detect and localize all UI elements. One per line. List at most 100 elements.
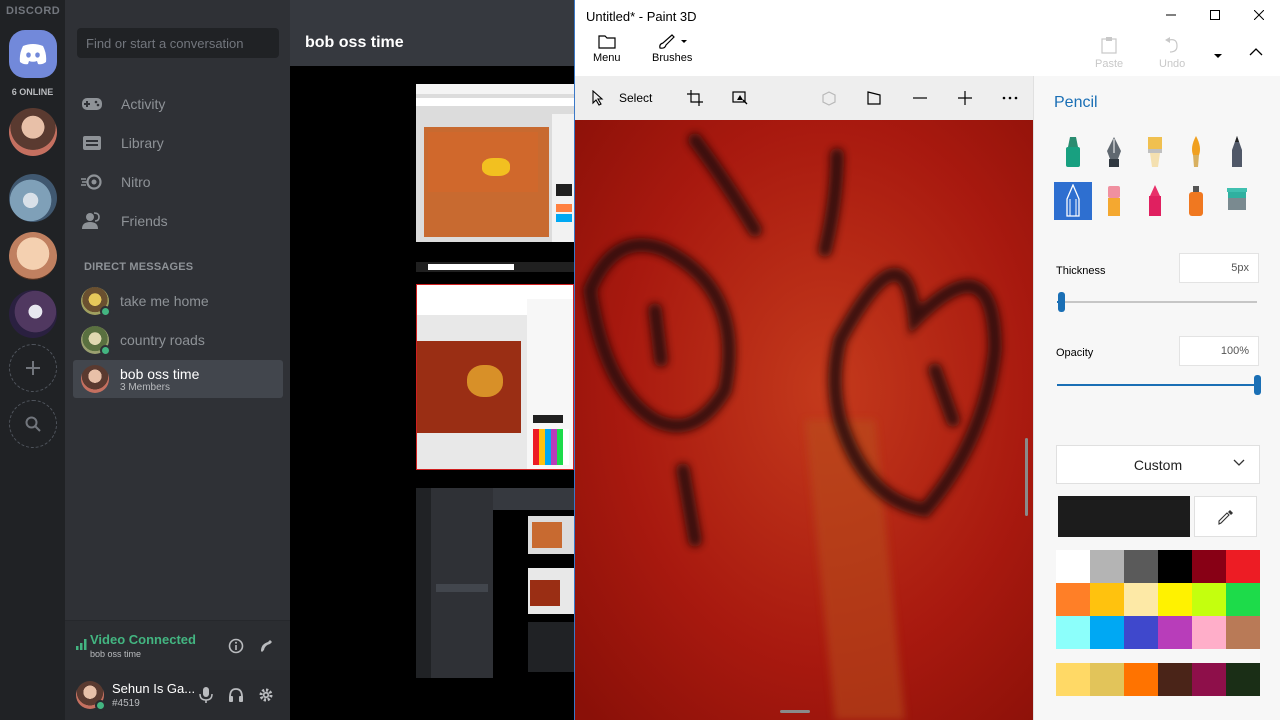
online-status-icon (100, 306, 111, 317)
color-swatch[interactable] (1192, 616, 1226, 649)
calligraphy-pen-brush[interactable] (1095, 133, 1133, 171)
dm-item[interactable]: take me home (73, 282, 283, 320)
nav-nitro[interactable]: Nitro (73, 163, 283, 201)
color-swatch[interactable] (1192, 583, 1226, 616)
undo-button[interactable]: Undo (1159, 36, 1185, 70)
thickness-slider-thumb[interactable] (1058, 292, 1065, 312)
watercolor-brush[interactable] (1177, 133, 1215, 171)
color-swatch[interactable] (1158, 550, 1192, 583)
close-button[interactable] (1237, 0, 1280, 30)
eyedropper-button[interactable] (1194, 496, 1257, 537)
nav-activity[interactable]: Activity (73, 85, 283, 123)
zoom-in-button[interactable] (957, 88, 973, 108)
opacity-slider-thumb[interactable] (1254, 375, 1261, 395)
opacity-slider[interactable] (1057, 375, 1261, 395)
drawing-canvas[interactable] (575, 120, 1033, 720)
zoom-out-button[interactable] (912, 88, 928, 108)
recent-color-swatch[interactable] (1090, 663, 1124, 696)
dm-sidebar: Find or start a conversation Activity Li… (65, 0, 290, 720)
nav-label: Library (121, 135, 164, 151)
eraser-brush[interactable] (1095, 182, 1133, 220)
3d-view-button[interactable] (821, 88, 837, 108)
mixed-reality-button[interactable] (866, 88, 882, 108)
video-stream-thumbnail[interactable] (416, 84, 574, 242)
color-swatch[interactable] (1056, 550, 1090, 583)
pencil-brush-selected[interactable] (1054, 182, 1092, 220)
server-icon-3[interactable] (9, 232, 57, 280)
thickness-input[interactable]: 5px (1179, 253, 1259, 283)
maximize-button[interactable] (1193, 0, 1237, 30)
color-swatch[interactable] (1226, 583, 1260, 616)
horizontal-scrollbar[interactable] (780, 710, 810, 713)
dm-item[interactable]: country roads (73, 321, 283, 359)
current-color-swatch[interactable] (1058, 496, 1190, 537)
fill-bucket-brush[interactable] (1218, 182, 1256, 220)
select-tool-button[interactable]: Select (591, 88, 652, 108)
color-mode-dropdown[interactable]: Custom (1056, 445, 1260, 484)
vertical-scrollbar[interactable] (1025, 438, 1028, 516)
more-dropdown-button[interactable] (1213, 46, 1223, 64)
server-icon-2[interactable] (9, 174, 57, 222)
crayon-brush[interactable] (1136, 182, 1174, 220)
color-swatch[interactable] (1124, 550, 1158, 583)
collapse-ribbon-button[interactable] (1249, 44, 1263, 62)
nav-friends[interactable]: Friends (73, 202, 283, 240)
thickness-slider[interactable] (1057, 292, 1257, 312)
nav-label: Activity (121, 96, 166, 112)
mute-button[interactable] (197, 686, 215, 704)
opacity-input[interactable]: 100% (1179, 336, 1259, 366)
video-stream-thumbnail[interactable] (416, 284, 574, 470)
user-settings-button[interactable] (257, 686, 275, 704)
server-icon-4[interactable] (9, 290, 57, 338)
color-swatch[interactable] (1158, 583, 1192, 616)
oil-brush[interactable] (1136, 133, 1174, 171)
connection-info-button[interactable] (227, 637, 245, 655)
add-server-button[interactable] (9, 344, 57, 392)
recent-colors (1056, 663, 1260, 697)
more-options-button[interactable] (1002, 88, 1018, 108)
color-swatch[interactable] (1226, 550, 1260, 583)
ellipsis-icon (1002, 96, 1018, 100)
color-swatch[interactable] (1124, 616, 1158, 649)
brushes-button[interactable]: Brushes (652, 34, 692, 64)
paint3d-window: Untitled* - Paint 3D Menu Brushes Paste … (574, 0, 1280, 720)
deafen-button[interactable] (227, 686, 245, 704)
paste-icon (1101, 37, 1117, 54)
color-swatch[interactable] (1090, 550, 1124, 583)
color-swatch[interactable] (1056, 616, 1090, 649)
recent-color-swatch[interactable] (1226, 663, 1260, 696)
recent-color-swatch[interactable] (1124, 663, 1158, 696)
server-icon-1[interactable] (9, 108, 57, 156)
color-swatch[interactable] (1124, 583, 1158, 616)
video-stream-thumbnail[interactable] (416, 488, 574, 678)
recent-color-swatch[interactable] (1056, 663, 1090, 696)
minimize-button[interactable] (1149, 0, 1193, 30)
folder-icon (598, 35, 616, 49)
spray-can-brush[interactable] (1177, 182, 1215, 220)
magic-select-button[interactable] (732, 88, 748, 108)
marker-brush[interactable] (1054, 133, 1092, 171)
color-swatch[interactable] (1090, 616, 1124, 649)
home-button[interactable] (9, 30, 57, 78)
recent-color-swatch[interactable] (1192, 663, 1226, 696)
undo-icon (1165, 37, 1178, 53)
pixel-pen-brush[interactable] (1218, 133, 1256, 171)
color-swatch[interactable] (1192, 550, 1226, 583)
color-swatch[interactable] (1090, 583, 1124, 616)
dm-item-active[interactable]: bob oss time 3 Members (73, 360, 283, 398)
color-swatch[interactable] (1226, 616, 1260, 649)
marker-icon (1066, 137, 1080, 167)
explore-servers-button[interactable] (9, 400, 57, 448)
recent-color-swatch[interactable] (1158, 663, 1192, 696)
paste-button[interactable]: Paste (1095, 36, 1123, 70)
menu-button[interactable]: Menu (593, 34, 621, 64)
nav-library[interactable]: Library (73, 124, 283, 162)
color-swatch[interactable] (1056, 583, 1090, 616)
plus-icon (26, 361, 40, 375)
crop-button[interactable] (687, 88, 703, 108)
signal-icon (76, 639, 87, 650)
disconnect-button[interactable] (257, 637, 275, 655)
avatar[interactable] (76, 681, 106, 711)
search-input[interactable]: Find or start a conversation (77, 28, 279, 58)
color-swatch[interactable] (1158, 616, 1192, 649)
